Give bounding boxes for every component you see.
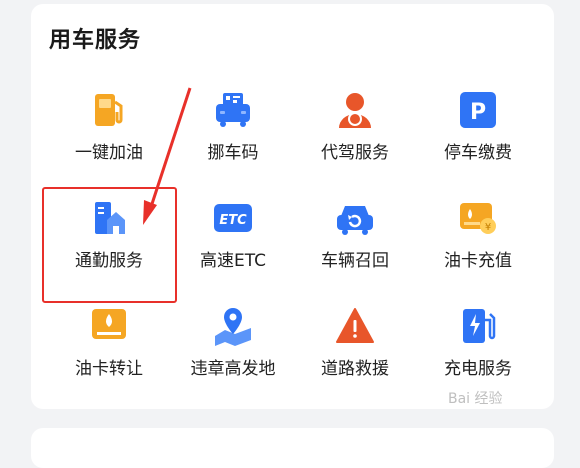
annotation-arrow-icon bbox=[143, 87, 192, 225]
watermark: Bai 经验 bbox=[448, 391, 503, 407]
